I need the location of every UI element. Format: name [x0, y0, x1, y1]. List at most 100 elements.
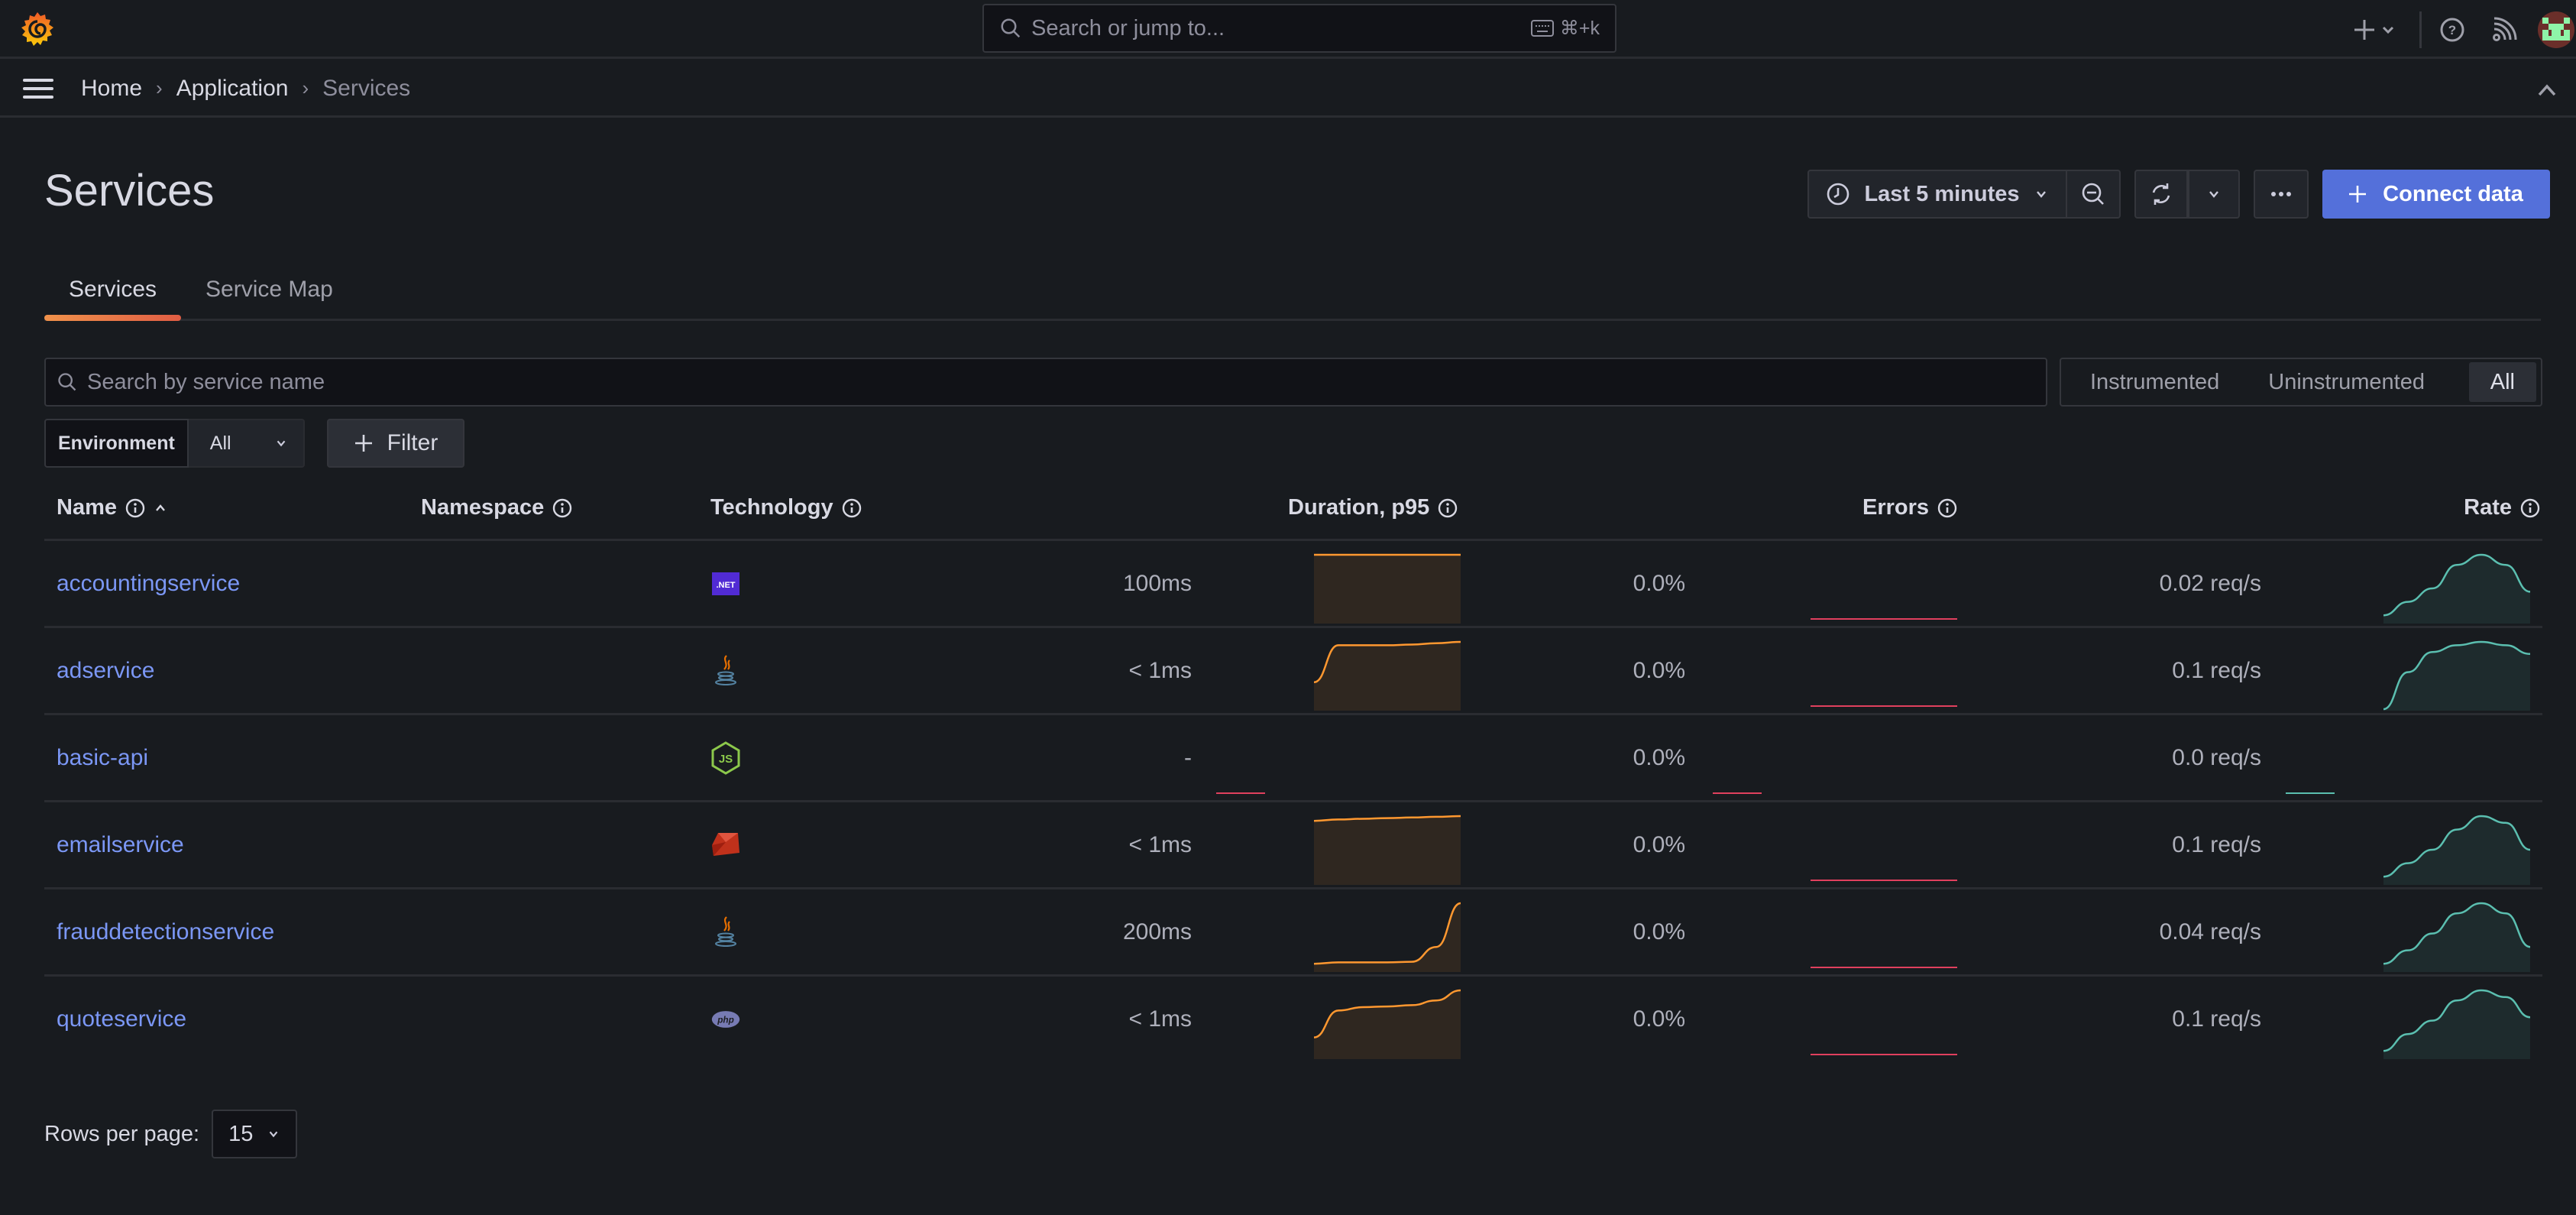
zoom-out-button[interactable]: [2067, 170, 2121, 219]
rows-per-page-select[interactable]: 15: [212, 1110, 298, 1158]
column-header-errors[interactable]: Errors: [1862, 495, 1958, 520]
column-header-technology[interactable]: Technology: [710, 495, 862, 520]
table-row[interactable]: quoteservice php < 1ms 0.0% 0.1 req/s: [44, 977, 2542, 1064]
column-name-label: Name: [57, 495, 117, 520]
instrumentation-filter: Instrumented Uninstrumented All: [2060, 358, 2542, 407]
duration-value: < 1ms: [1128, 657, 1192, 683]
info-icon[interactable]: [125, 497, 146, 519]
rate-value: 0.04 req/s: [2159, 919, 2261, 944]
time-range-label: Last 5 minutes: [1864, 181, 2020, 206]
service-search-field: [44, 358, 2047, 407]
rate-value: 0.1 req/s: [2172, 657, 2261, 683]
plus-icon: [354, 435, 372, 452]
new-menu-button[interactable]: [2346, 11, 2407, 48]
column-technology-label: Technology: [710, 495, 833, 520]
time-range-picker[interactable]: Last 5 minutes: [1807, 170, 2067, 219]
service-name-link[interactable]: emailservice: [57, 802, 184, 887]
info-icon[interactable]: [841, 497, 862, 519]
tab-service-map[interactable]: Service Map: [181, 264, 358, 319]
plus-chevron-icon: [2354, 19, 2394, 40]
service-name-link[interactable]: accountingservice: [57, 541, 240, 626]
column-header-name[interactable]: Name: [57, 495, 167, 520]
breadcrumb-application[interactable]: Application: [176, 76, 289, 102]
collapse-chevron-up-icon[interactable]: [2533, 76, 2561, 104]
top-bar: Search or jump to... ⌘+k ?: [0, 0, 2576, 59]
errors-sparkline: [1811, 1054, 1957, 1055]
connect-data-button[interactable]: Connect data: [2322, 170, 2550, 219]
rate-sparkline: [2286, 792, 2335, 794]
duration-sparkline: [1314, 902, 1461, 972]
refresh-interval-dropdown[interactable]: [2188, 170, 2240, 219]
services-table: Name Namespace Technology Duration, p95 …: [44, 481, 2542, 1064]
user-avatar[interactable]: [2538, 11, 2574, 48]
duration-sparkline-area: [1314, 642, 1461, 711]
chevron-down-icon: [269, 1131, 278, 1138]
global-search-input[interactable]: Search or jump to... ⌘+k: [982, 4, 1616, 53]
ellipsis-icon: [2271, 192, 2291, 196]
plus-icon: [2349, 186, 2367, 202]
keyboard-icon: [1530, 20, 1554, 37]
info-icon[interactable]: [552, 497, 573, 519]
java-icon: [710, 628, 741, 713]
segment-instrumented[interactable]: Instrumented: [2066, 362, 2244, 402]
svg-text:.NET: .NET: [716, 581, 735, 590]
info-icon[interactable]: [2519, 497, 2541, 519]
svg-text:php: php: [717, 1014, 734, 1025]
svg-text:JS: JS: [719, 753, 733, 766]
segment-uninstrumented[interactable]: Uninstrumented: [2244, 362, 2449, 402]
environment-select[interactable]: All: [188, 419, 305, 468]
errors-sparkline: [1811, 880, 1957, 881]
errors-value: 0.0%: [1633, 919, 1685, 944]
table-row[interactable]: adservice < 1ms 0.0% 0.1 req/s: [44, 628, 2542, 715]
pagination: Rows per page: 15: [44, 1110, 298, 1158]
connect-data-label: Connect data: [2383, 181, 2523, 206]
tab-services[interactable]: Services: [44, 264, 182, 321]
dotnet-icon: .NET: [710, 541, 741, 626]
column-header-rate[interactable]: Rate: [2464, 495, 2541, 520]
errors-value: 0.0%: [1633, 831, 1685, 857]
table-row[interactable]: basic-api JS - 0.0% 0.0 req/s: [44, 715, 2542, 802]
service-name-link[interactable]: frauddetectionservice: [57, 889, 274, 974]
rows-per-page-value: 15: [228, 1121, 254, 1146]
rate-sparkline-area: [2383, 642, 2530, 711]
service-search-input[interactable]: [87, 369, 2035, 395]
table-row[interactable]: frauddetectionservice 200ms 0.0% 0.04 re…: [44, 889, 2542, 977]
rate-sparkline-area: [2383, 816, 2530, 885]
errors-value: 0.0%: [1633, 570, 1685, 596]
page-title: Services: [44, 166, 215, 215]
breadcrumb-separator: ›: [302, 76, 309, 99]
info-icon[interactable]: [1937, 497, 1958, 519]
refresh-button[interactable]: [2134, 170, 2188, 219]
rate-sparkline: [2383, 902, 2530, 972]
more-options-button[interactable]: [2254, 170, 2309, 219]
column-header-duration[interactable]: Duration, p95: [1288, 495, 1458, 520]
news-button[interactable]: [2486, 11, 2523, 48]
help-button[interactable]: ?: [2434, 11, 2471, 48]
tab-bar: Services Service Map: [44, 264, 2541, 321]
column-header-namespace[interactable]: Namespace: [421, 495, 573, 520]
sort-ascending-icon[interactable]: [154, 501, 167, 515]
java-icon: [710, 889, 741, 974]
filter-label: Filter: [387, 430, 439, 455]
column-namespace-label: Namespace: [421, 495, 545, 520]
time-controls: Last 5 minutes: [1807, 170, 2121, 219]
menu-icon[interactable]: [21, 76, 55, 101]
table-header: Name Namespace Technology Duration, p95 …: [44, 481, 2542, 541]
errors-sparkline: [1811, 967, 1957, 968]
shortcut-text: ⌘+k: [1559, 18, 1600, 39]
php-icon: php: [710, 977, 741, 1061]
service-name-link[interactable]: adservice: [57, 628, 154, 713]
breadcrumb-home[interactable]: Home: [81, 76, 142, 102]
table-row[interactable]: emailservice < 1ms 0.0% 0.1 req/s: [44, 802, 2542, 889]
service-name-link[interactable]: basic-api: [57, 715, 148, 800]
table-row[interactable]: accountingservice .NET 100ms 0.0% 0.02 r…: [44, 541, 2542, 628]
add-filter-button[interactable]: Filter: [327, 419, 464, 468]
duration-sparkline: [1314, 640, 1461, 711]
rate-value: 0.02 req/s: [2159, 570, 2261, 596]
segment-all[interactable]: All: [2468, 362, 2536, 402]
table-body: accountingservice .NET 100ms 0.0% 0.02 r…: [44, 541, 2542, 1064]
info-icon[interactable]: [1437, 497, 1458, 519]
grafana-logo-icon[interactable]: [18, 11, 57, 49]
duration-value: -: [1184, 744, 1192, 770]
service-name-link[interactable]: quoteservice: [57, 977, 186, 1061]
